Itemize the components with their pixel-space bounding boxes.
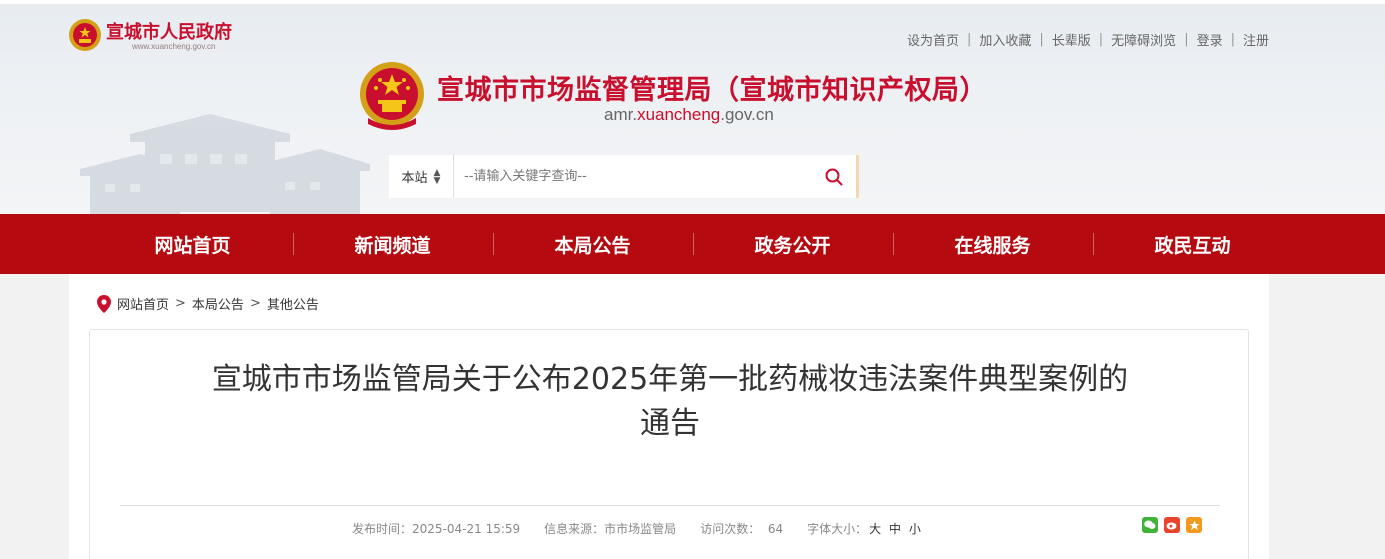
search-scope-label: 本站 [401,171,428,186]
info-source-value: 市市场监管局 [604,522,677,536]
visit-count-label: 访问次数： [700,522,761,536]
nav-item-government-affairs[interactable]: 政务公开 [692,214,893,274]
toplink-accessibility[interactable]: 无障碍浏览 [1111,30,1176,49]
location-pin-icon [97,294,111,313]
site-header: 宣城市人民政府 www.xuancheng.gov.cn 设为首页 | 加入收藏… [0,0,1385,214]
search-bar: 本站 ▲ ▼ [389,155,859,198]
architecture-decoration [80,114,370,214]
site-url: amr.xuancheng.gov.cn [604,105,774,125]
share-buttons [1142,517,1202,533]
site-url-prefix: amr. [604,105,638,124]
top-links: 设为首页 | 加入收藏 | 长辈版 | 无障碍浏览 | 登录 | 注册 [907,30,1269,49]
visit-count: 访问次数： 64 [700,520,783,537]
breadcrumb-other-announcements[interactable]: 其他公告 [267,294,319,313]
nav-item-interaction[interactable]: 政民互动 [1092,214,1293,274]
nav-item-online-services[interactable]: 在线服务 [892,214,1093,274]
site-url-suffix: .gov.cn [720,105,774,124]
divider [120,505,1220,506]
gov-site-url: www.xuancheng.gov.cn [132,42,216,51]
publish-time-label: 发布时间： [352,522,413,536]
divider: | [1098,32,1104,47]
government-emblem-icon [69,19,101,51]
search-input[interactable] [454,155,812,198]
divider: | [1184,32,1189,47]
site-title: 宣城市市场监督管理局（宣城市知识产权局） [437,75,987,106]
article-meta: 发布时间：2025-04-21 15:59 信息来源：市市场监管局 访问次数： … [352,520,947,537]
publish-time: 发布时间：2025-04-21 15:59 [352,520,520,537]
breadcrumb-separator: > [249,296,261,311]
search-button[interactable] [812,155,856,198]
visit-count-value: 64 [767,522,784,536]
info-source: 信息来源：市市场监管局 [544,520,676,537]
favorite-star-icon[interactable] [1186,517,1202,533]
divider: | [1039,32,1044,47]
font-size-large[interactable]: 大 [869,522,881,536]
info-source-label: 信息来源： [544,522,605,536]
nav-item-announcements[interactable]: 本局公告 [492,214,693,274]
main-nav: 网站首页 新闻频道 本局公告 政务公开 在线服务 政民互动 [0,214,1385,274]
search-icon [825,168,843,186]
font-size-label: 字体大小： [807,522,868,536]
article-title: 宣城市市场监管局关于公布2025年第一批药械妆违法案件典型案例的通告 [211,362,1129,441]
search-scope-select[interactable]: 本站 ▲ ▼ [389,155,454,198]
breadcrumb: 网站首页 > 本局公告 > 其他公告 [97,294,319,313]
breadcrumb-separator: > [175,296,186,311]
font-size-medium[interactable]: 中 [889,522,901,536]
publish-time-value: 2025-04-21 15:59 [412,522,521,536]
toplink-elder-version[interactable]: 长辈版 [1052,30,1091,49]
toplink-login[interactable]: 登录 [1197,30,1223,49]
national-emblem-icon [360,62,424,130]
weibo-share-icon[interactable] [1164,517,1180,533]
font-size-small[interactable]: 小 [909,522,921,536]
article-panel: 宣城市市场监管局关于公布2025年第一批药械妆违法案件典型案例的通告 发布时间：… [89,329,1249,559]
breadcrumb-announcements[interactable]: 本局公告 [192,294,244,313]
gov-site-title[interactable]: 宣城市人民政府 [106,18,232,44]
divider: | [1230,32,1235,47]
nav-item-news[interactable]: 新闻频道 [292,214,493,274]
toplink-set-homepage[interactable]: 设为首页 [907,30,959,49]
nav-item-home[interactable]: 网站首页 [93,214,293,274]
breadcrumb-home[interactable]: 网站首页 [117,294,169,313]
font-size-control: 字体大小：大 中 小 [807,520,923,537]
divider: | [966,32,972,47]
toplink-add-favorite[interactable]: 加入收藏 [979,30,1031,49]
updown-arrow-icon: ▲ ▼ [433,167,441,186]
wechat-share-icon[interactable] [1142,517,1158,533]
site-url-domain: xuancheng [637,105,721,124]
toplink-register[interactable]: 注册 [1243,30,1269,49]
